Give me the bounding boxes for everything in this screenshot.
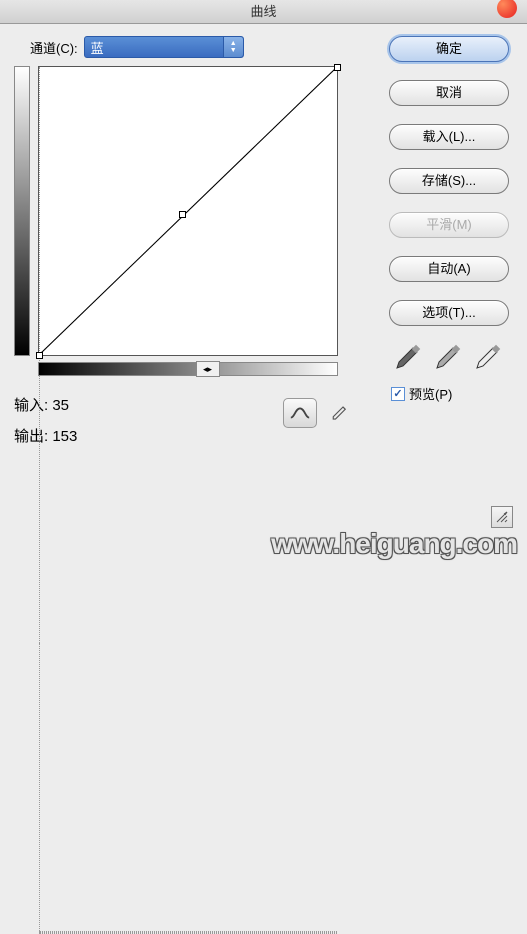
horizontal-gradient (38, 362, 338, 376)
eyedropper-white-icon[interactable] (471, 344, 501, 370)
resize-grip-icon[interactable] (491, 506, 513, 528)
curve-handle[interactable] (36, 352, 43, 359)
vertical-gradient (14, 66, 30, 356)
curve-handle[interactable] (179, 211, 186, 218)
curve-graph[interactable] (38, 66, 338, 356)
curve-line (39, 67, 337, 355)
preview-label: 预览(P) (409, 384, 452, 403)
watermark: www.heiguang.com (0, 528, 527, 560)
eyedropper-gray-icon[interactable] (431, 344, 461, 370)
gradient-midpoint-handle[interactable]: ◂▸ (196, 361, 220, 377)
window-titlebar: 曲线 (0, 0, 527, 24)
smooth-button: 平滑(M) (389, 212, 509, 238)
channel-select-value: 蓝 (91, 38, 104, 57)
curve-handle[interactable] (334, 64, 341, 71)
close-icon[interactable] (497, 0, 517, 18)
chevron-updown-icon: ▲▼ (223, 37, 243, 57)
load-button[interactable]: 载入(L)... (389, 124, 509, 150)
eyedropper-black-icon[interactable] (391, 344, 421, 370)
save-button[interactable]: 存储(S)... (389, 168, 509, 194)
auto-button[interactable]: 自动(A) (389, 256, 509, 282)
channel-select[interactable]: 蓝 ▲▼ (84, 36, 244, 58)
window-title: 曲线 (250, 4, 276, 19)
preview-checkbox[interactable]: ✓ (391, 387, 405, 401)
ok-button[interactable]: 确定 (389, 36, 509, 62)
channel-label: 通道(C): (30, 38, 78, 57)
cancel-button[interactable]: 取消 (389, 80, 509, 106)
options-button[interactable]: 选项(T)... (389, 300, 509, 326)
